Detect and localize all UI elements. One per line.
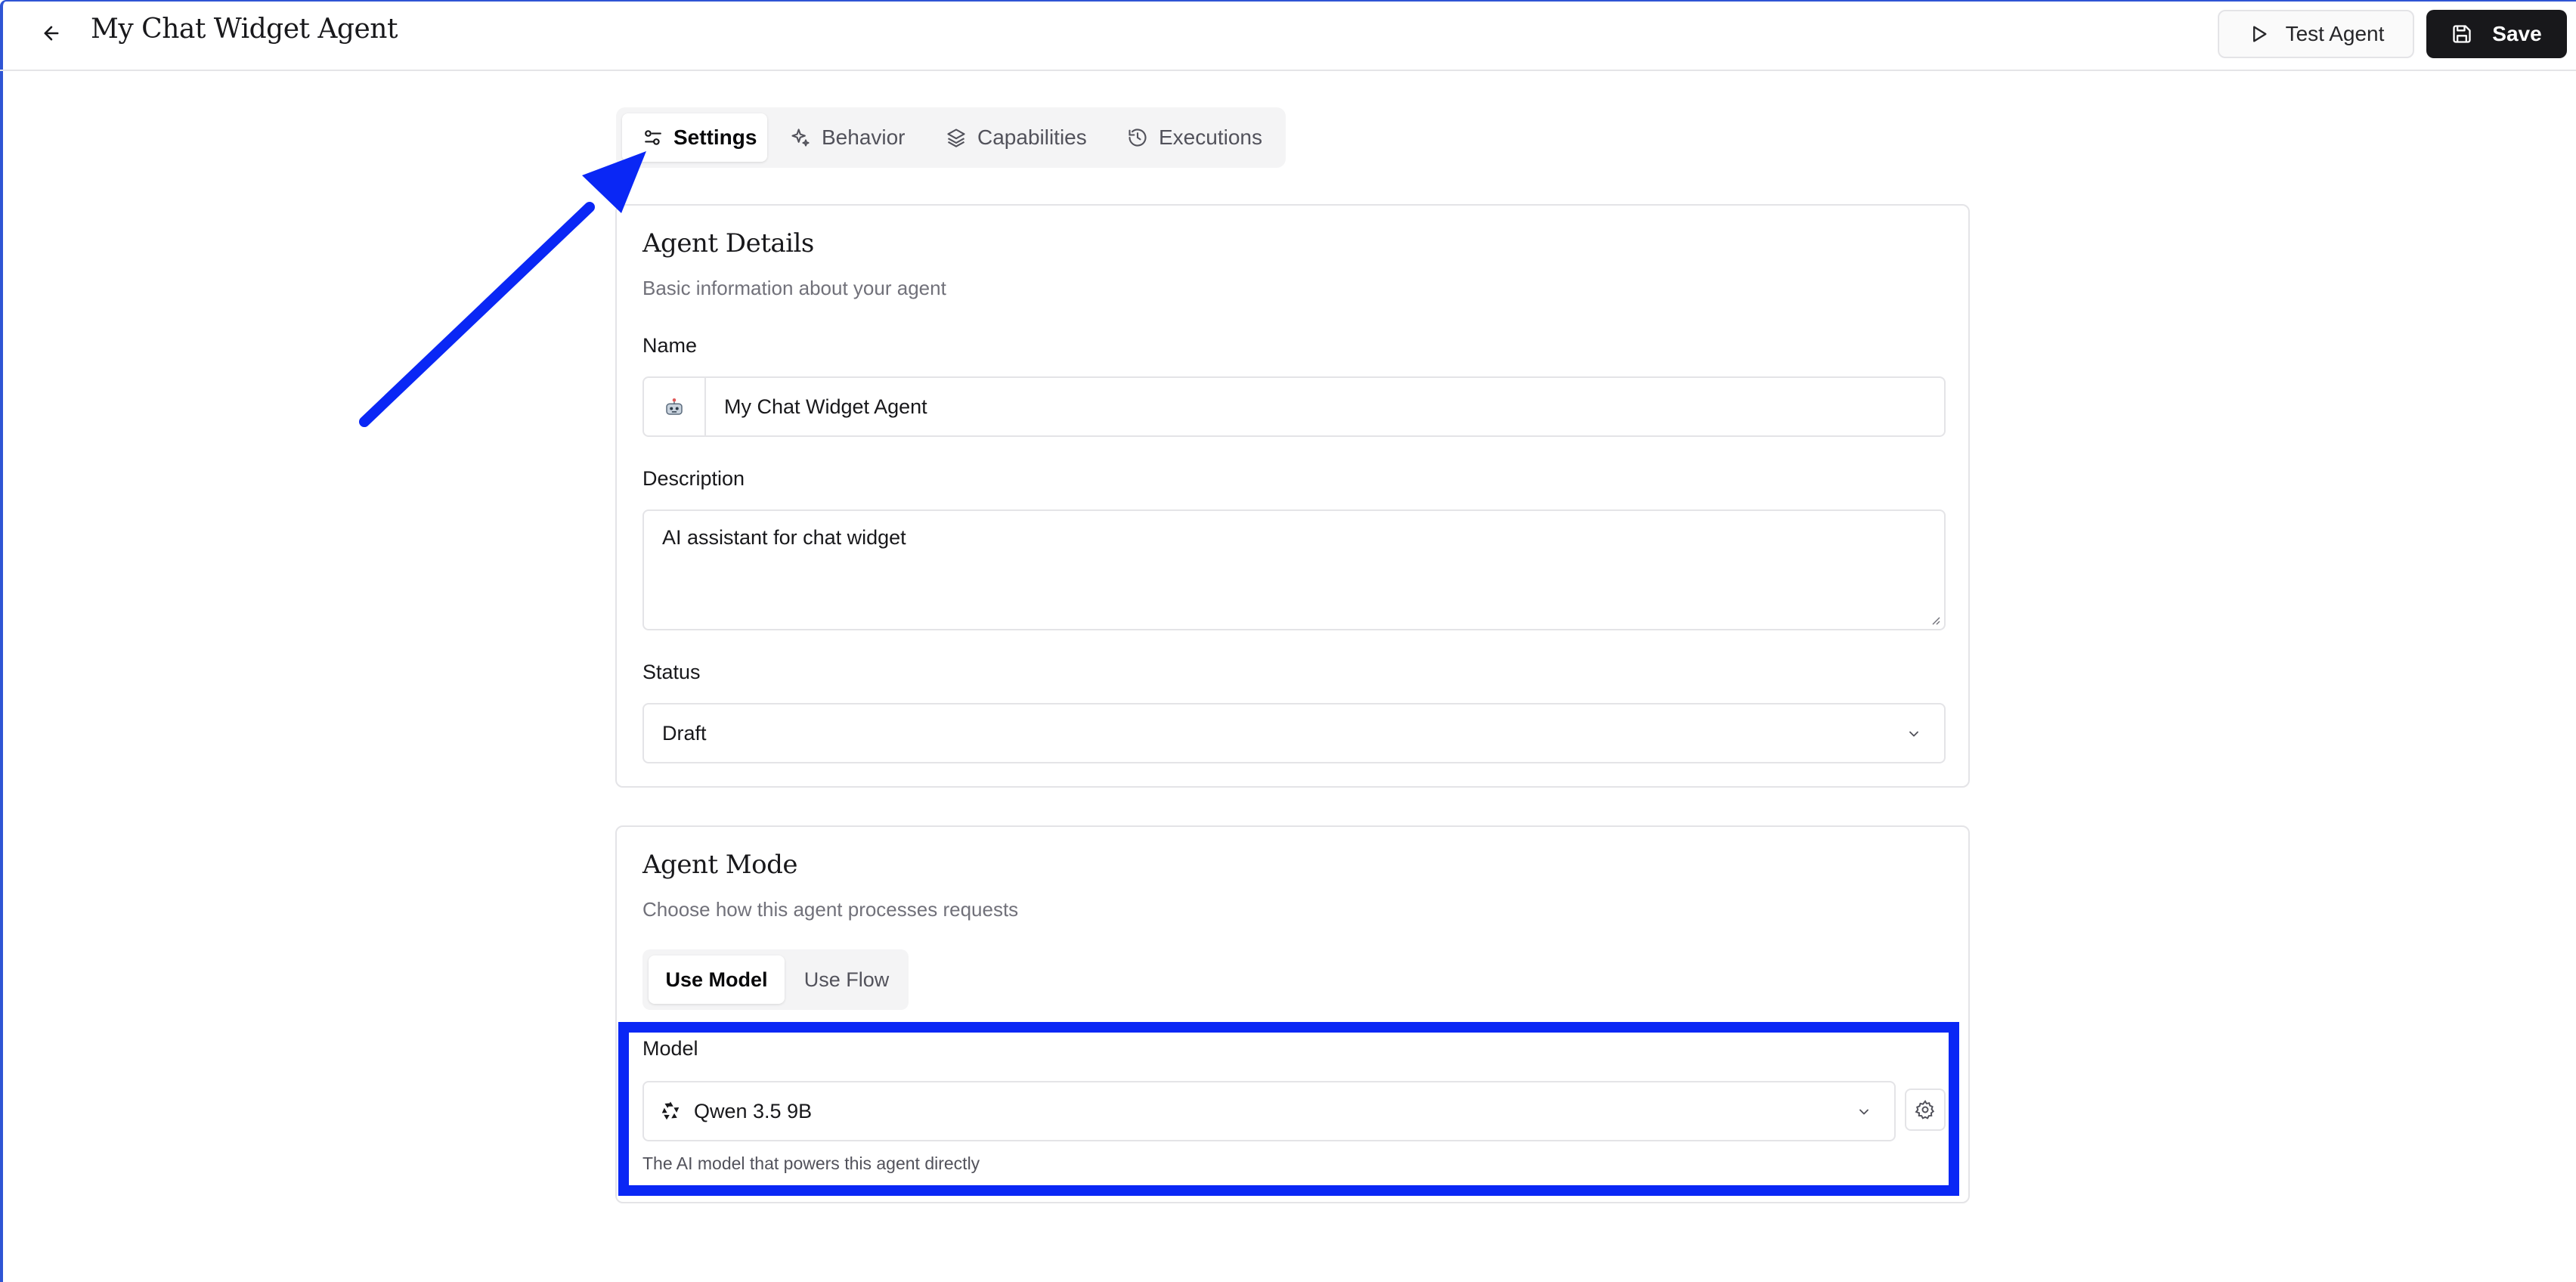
agent-mode-title: Agent Mode [642,850,797,880]
model-value: Qwen 3.5 9B [694,1099,813,1123]
description-textarea[interactable]: AI assistant for chat widget [642,509,1946,630]
model-help-text: The AI model that powers this agent dire… [642,1153,980,1173]
mode-toggle: Use Model Use Flow [642,949,909,1010]
test-agent-label: Test Agent [2285,22,2385,45]
agent-details-title: Agent Details [642,228,814,259]
agent-mode-card: Agent Mode Choose how this agent process… [615,825,1970,1203]
history-icon [1129,129,1147,147]
back-button[interactable] [38,20,65,47]
model-select[interactable]: Qwen 3.5 9B [642,1081,1896,1141]
sparkles-icon [791,129,810,147]
top-bar: My Chat Widget Agent Test Agent Save [0,0,2576,71]
agent-details-subtitle: Basic information about your agent [642,277,946,299]
model-label: Model [642,1037,698,1060]
name-label: Name [642,334,698,357]
tab-executions-label: Executions [1159,125,1262,149]
tab-behavior[interactable]: Behavior [784,113,906,162]
layers-icon [947,129,965,147]
model-settings-button[interactable] [1905,1088,1946,1131]
agent-mode-subtitle: Choose how this agent processes requests [642,898,1019,921]
chevron-down-icon [1909,731,1918,737]
use-flow-option[interactable]: Use Flow [791,955,903,1004]
tab-bar: Settings Behavior Capabilities Execution… [616,107,1286,168]
page-title: My Chat Widget Agent [91,14,398,45]
save-button[interactable]: Save [2426,10,2567,58]
gear-icon [1915,1100,1935,1119]
use-model-option[interactable]: Use Model [649,955,785,1004]
sliders-icon [645,130,661,145]
play-icon [2252,26,2267,42]
description-text: AI assistant for chat widget [662,526,906,549]
tab-capabilities[interactable]: Capabilities [940,113,1087,162]
tab-capabilities-label: Capabilities [977,125,1087,149]
arrow-left-icon [44,26,59,41]
resize-handle-icon[interactable] [1929,614,1941,626]
save-label: Save [2492,22,2542,45]
tab-settings[interactable]: Settings [622,113,767,162]
test-agent-button[interactable]: Test Agent [2218,10,2414,58]
robot-icon [666,398,683,415]
chevron-down-icon [1859,1109,1869,1115]
status-value: Draft [662,721,707,745]
save-icon [2453,25,2471,43]
description-label: Description [642,467,745,490]
tab-executions[interactable]: Executions [1121,113,1262,162]
status-select[interactable]: Draft [642,703,1946,763]
name-input[interactable]: My Chat Widget Agent [706,378,1944,435]
status-label: Status [642,661,701,683]
tab-settings-label: Settings [673,125,757,149]
name-field: My Chat Widget Agent [642,376,1946,437]
qwen-logo-icon [661,1101,680,1120]
agent-avatar-picker[interactable] [644,378,706,435]
tab-behavior-label: Behavior [822,125,906,149]
agent-details-card: Agent Details Basic information about yo… [615,204,1970,788]
